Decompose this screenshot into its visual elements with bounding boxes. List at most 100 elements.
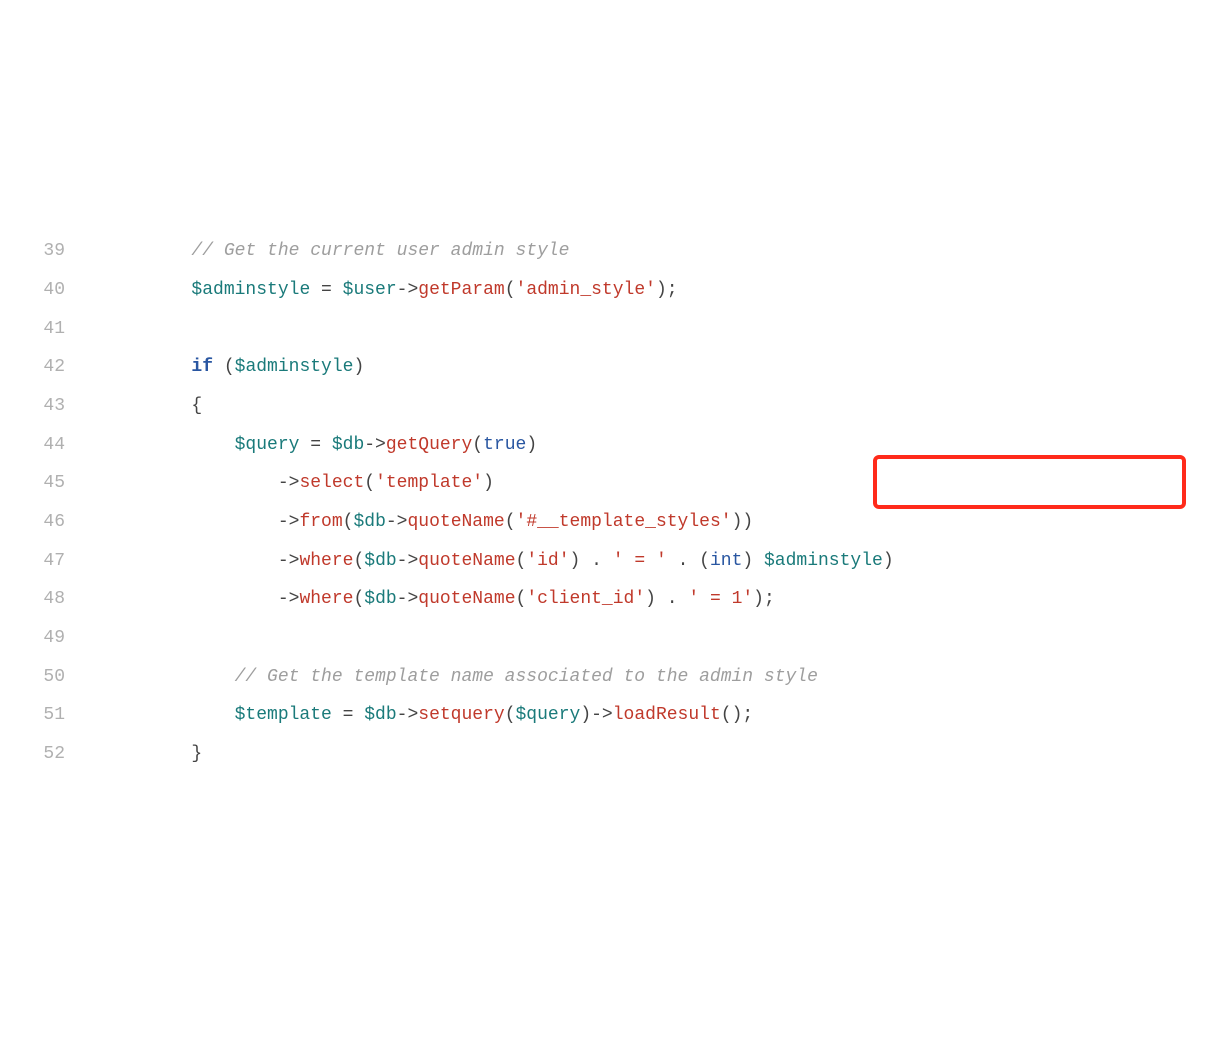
token-arrow: -> bbox=[397, 705, 419, 725]
token-arrow: -> bbox=[364, 435, 386, 455]
line-number: 49 bbox=[0, 619, 105, 658]
token-method: getParam bbox=[418, 280, 504, 300]
token-brace: { bbox=[191, 396, 202, 416]
token-method: quoteName bbox=[418, 589, 515, 609]
token-string: 'client_id' bbox=[526, 589, 645, 609]
code-content: ->select('template') bbox=[105, 464, 1220, 503]
token-var: $adminstyle bbox=[764, 551, 883, 571]
token-paren: ) bbox=[483, 473, 494, 493]
code-content: $adminstyle = $user->getParam('admin_sty… bbox=[105, 271, 1220, 310]
token-var: $db bbox=[364, 705, 396, 725]
token-method: getQuery bbox=[386, 435, 472, 455]
token-paren: ) bbox=[580, 705, 591, 725]
token-var: $adminstyle bbox=[235, 357, 354, 377]
token-comment: // Get the current user admin style bbox=[191, 241, 569, 261]
token-method: where bbox=[299, 589, 353, 609]
token-paren: ) bbox=[353, 357, 364, 377]
token-paren: ( bbox=[213, 357, 235, 377]
code-line: 46 ->from($db->quoteName('#__template_st… bbox=[0, 503, 1220, 542]
code-content: } bbox=[105, 735, 1220, 774]
code-line: 50 // Get the template name associated t… bbox=[0, 658, 1220, 697]
token-var: $db bbox=[332, 435, 364, 455]
token-paren: ( bbox=[364, 473, 375, 493]
token-var: $db bbox=[353, 512, 385, 532]
code-content: $template = $db->setquery($query)->loadR… bbox=[105, 696, 1220, 735]
token-paren: ); bbox=[656, 280, 678, 300]
token-method: select bbox=[299, 473, 364, 493]
token-paren: ) bbox=[742, 551, 764, 571]
token-string: 'template' bbox=[375, 473, 483, 493]
line-number: 43 bbox=[0, 387, 105, 426]
token-keyword: if bbox=[191, 357, 213, 377]
code-content: { bbox=[105, 387, 1220, 426]
line-number: 42 bbox=[0, 348, 105, 387]
token-var: $db bbox=[364, 589, 396, 609]
line-number: 48 bbox=[0, 580, 105, 619]
code-line: 41 bbox=[0, 310, 1220, 349]
code-line: 52 } bbox=[0, 735, 1220, 774]
code-line: 51 $template = $db->setquery($query)->lo… bbox=[0, 696, 1220, 735]
token-brace: } bbox=[191, 744, 202, 764]
line-number: 50 bbox=[0, 658, 105, 697]
token-kwtype: true bbox=[483, 435, 526, 455]
token-var: $db bbox=[364, 551, 396, 571]
line-number: 39 bbox=[0, 232, 105, 271]
token-var: $template bbox=[235, 705, 332, 725]
token-arrow: -> bbox=[397, 280, 419, 300]
token-string: ' = ' bbox=[613, 551, 667, 571]
token-method: from bbox=[299, 512, 342, 532]
token-paren: ( bbox=[516, 589, 527, 609]
token-op: = bbox=[332, 705, 364, 725]
token-var: $user bbox=[343, 280, 397, 300]
code-line: 43 { bbox=[0, 387, 1220, 426]
token-method: setquery bbox=[418, 705, 504, 725]
token-arrow: -> bbox=[278, 473, 300, 493]
token-paren: ( bbox=[505, 512, 516, 532]
token-comment: // Get the template name associated to t… bbox=[235, 667, 818, 687]
token-var: $query bbox=[516, 705, 581, 725]
token-op: = bbox=[299, 435, 331, 455]
token-paren: ( bbox=[505, 705, 516, 725]
code-line: 42 if ($adminstyle) bbox=[0, 348, 1220, 387]
token-paren: . ( bbox=[667, 551, 710, 571]
token-paren: ( bbox=[353, 551, 364, 571]
code-line: 49 bbox=[0, 619, 1220, 658]
token-arrow: -> bbox=[278, 512, 300, 532]
token-paren: (); bbox=[721, 705, 753, 725]
code-line: 47 ->where($db->quoteName('id') . ' = ' … bbox=[0, 542, 1220, 581]
token-string: ' = 1' bbox=[688, 589, 753, 609]
token-method: quoteName bbox=[407, 512, 504, 532]
token-method: where bbox=[299, 551, 353, 571]
code-content: // Get the current user admin style bbox=[105, 232, 1220, 271]
token-paren: ); bbox=[753, 589, 775, 609]
token-arrow: -> bbox=[278, 589, 300, 609]
token-arrow: -> bbox=[386, 512, 408, 532]
line-number: 47 bbox=[0, 542, 105, 581]
token-paren: ) . bbox=[570, 551, 613, 571]
code-line: 44 $query = $db->getQuery(true) bbox=[0, 426, 1220, 465]
token-arrow: -> bbox=[591, 705, 613, 725]
token-paren: ( bbox=[516, 551, 527, 571]
token-paren: ( bbox=[505, 280, 516, 300]
code-line: 45 ->select('template') bbox=[0, 464, 1220, 503]
line-number: 44 bbox=[0, 426, 105, 465]
line-number: 40 bbox=[0, 271, 105, 310]
token-paren: ( bbox=[472, 435, 483, 455]
token-kwtype: int bbox=[710, 551, 742, 571]
token-var: $adminstyle bbox=[191, 280, 310, 300]
line-number: 45 bbox=[0, 464, 105, 503]
token-paren: ) bbox=[526, 435, 537, 455]
code-content: $query = $db->getQuery(true) bbox=[105, 426, 1220, 465]
token-paren: ( bbox=[353, 589, 364, 609]
line-number: 46 bbox=[0, 503, 105, 542]
token-string: 'id' bbox=[526, 551, 569, 571]
token-paren: ) bbox=[883, 551, 894, 571]
token-var: $query bbox=[235, 435, 300, 455]
token-method: loadResult bbox=[613, 705, 721, 725]
token-paren: ) . bbox=[645, 589, 688, 609]
code-line: 48 ->where($db->quoteName('client_id') .… bbox=[0, 580, 1220, 619]
code-content: ->from($db->quoteName('#__template_style… bbox=[105, 503, 1220, 542]
token-op: = bbox=[310, 280, 342, 300]
token-string: '#__template_styles' bbox=[516, 512, 732, 532]
token-arrow: -> bbox=[397, 589, 419, 609]
